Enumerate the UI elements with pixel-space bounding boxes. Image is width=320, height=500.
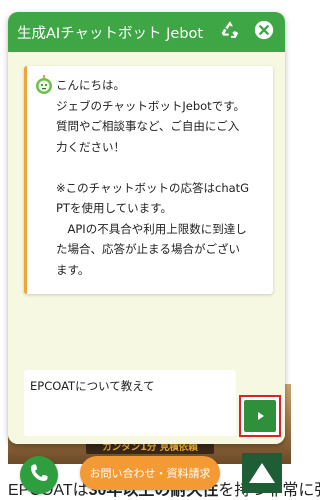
- message-line: た場合、応答が止まる場合がござい: [56, 242, 240, 256]
- recycle-icon: [219, 19, 241, 45]
- reload-button[interactable]: [218, 20, 242, 44]
- contact-button[interactable]: お問い合わせ・資料請求: [80, 456, 220, 490]
- message-line: ※このチャットボットの応答はchatG: [56, 180, 250, 195]
- chat-messages-area[interactable]: こんにちは。 ジェブのチャットボットJebotです。 質問やご相談事など、ご自由…: [8, 52, 285, 364]
- message-line: こんにちは。: [56, 78, 125, 92]
- message-line: APIの不具合や利用上限数に到達し: [56, 221, 247, 236]
- chat-header: 生成AIチャットボット Jebot: [8, 12, 285, 52]
- message-line: 質問やご相談事など、ご自由にご入: [56, 119, 240, 133]
- message-line: ジェブのチャットボットJebotです。: [56, 98, 246, 113]
- close-button[interactable]: [252, 20, 276, 44]
- message-line: ます。: [56, 262, 90, 277]
- close-circle-icon: [253, 19, 275, 45]
- up-arrow-icon: [249, 463, 275, 483]
- send-button[interactable]: [244, 400, 276, 432]
- bot-avatar-icon: [34, 75, 54, 95]
- chatbot-window: 生成AIチャットボット Jebot こんにちは。 ジェブのチャットボットJebo…: [8, 12, 285, 444]
- page-top-button[interactable]: [242, 453, 282, 493]
- message-line: PTを使用しています。: [56, 201, 172, 215]
- bot-message: こんにちは。 ジェブのチャットボットJebotです。 質問やご相談事など、ご自由…: [24, 66, 273, 294]
- chat-title: 生成AIチャットボット Jebot: [17, 25, 204, 42]
- bot-message-text: こんにちは。 ジェブのチャットボットJebotです。 質問やご相談事など、ご自由…: [56, 75, 268, 280]
- play-icon: [258, 412, 264, 420]
- chat-input[interactable]: EPCOATについて教えて: [24, 370, 236, 436]
- phone-button[interactable]: [20, 456, 58, 494]
- phone-icon: [27, 461, 51, 489]
- chat-input-area: EPCOATについて教えて: [8, 364, 285, 444]
- send-button-highlight: [239, 395, 281, 437]
- message-line: 力ください！: [56, 139, 125, 154]
